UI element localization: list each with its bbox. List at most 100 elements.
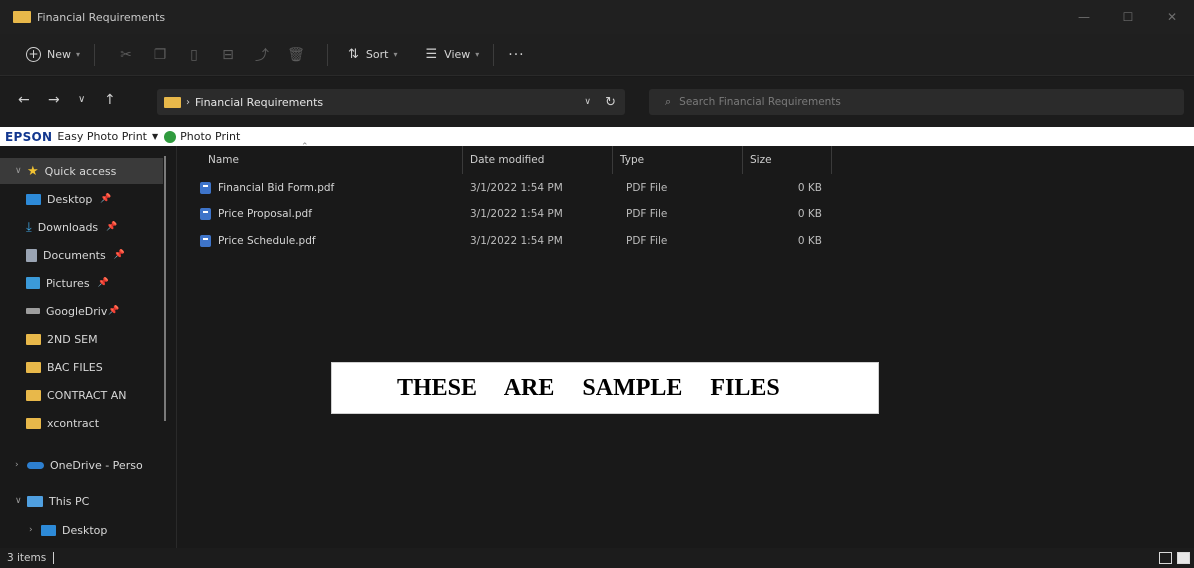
sidebar-item-desktop[interactable]: Desktop 📌 [26, 186, 112, 212]
chevron-down-icon: ▾ [76, 50, 81, 59]
sort-button[interactable]: ⇅ Sort ▾ [348, 47, 397, 62]
sidebar-item-label: 2ND SEM [47, 332, 98, 346]
star-icon: ★ [27, 163, 39, 179]
sidebar-item-2nd-sem[interactable]: 2ND SEM [26, 326, 98, 352]
scrollbar[interactable] [164, 156, 166, 421]
folder-icon [13, 11, 31, 23]
file-name: Price Proposal.pdf [218, 208, 312, 220]
file-name-cell: Price Schedule.pdf [200, 228, 316, 254]
sidebar-item-bac-files[interactable]: BAC FILES [26, 354, 103, 380]
sidebar-item-label: Desktop [62, 523, 108, 537]
copy-icon[interactable]: ❐ [143, 47, 177, 63]
table-row[interactable]: Price Proposal.pdf 3/1/2022 1:54 PM PDF … [178, 201, 858, 227]
breadcrumb[interactable]: Financial Requirements [195, 96, 323, 109]
file-type: PDF File [626, 235, 668, 247]
sidebar-item-label: Desktop [47, 192, 93, 206]
new-button[interactable]: + New ▾ [26, 47, 80, 62]
maximize-button[interactable]: ☐ [1106, 0, 1150, 34]
photo-print-button[interactable]: Photo Print [180, 130, 240, 143]
refresh-icon[interactable]: ↻ [605, 95, 616, 110]
new-label: New [47, 48, 71, 61]
documents-icon [26, 248, 37, 262]
chevron-down-icon[interactable]: ∨ [15, 496, 27, 506]
cut-icon[interactable]: ✂ [109, 47, 143, 63]
search-box[interactable]: ⌕ Search Financial Requirements [649, 89, 1184, 115]
pin-icon: 📌 [100, 194, 112, 204]
pdf-file-icon [200, 182, 211, 194]
chevron-down-icon[interactable]: ∨ [584, 97, 591, 107]
download-icon: ⤓ [26, 219, 32, 235]
rename-icon[interactable]: ⊟ [211, 47, 245, 63]
file-name: Price Schedule.pdf [218, 235, 316, 247]
column-header-type[interactable]: Type [612, 146, 742, 174]
more-button[interactable]: ··· [508, 47, 524, 63]
sidebar-item-pc-desktop[interactable]: › Desktop [14, 517, 107, 543]
easy-photo-print-button[interactable]: Easy Photo Print [57, 130, 147, 143]
table-row[interactable]: Price Schedule.pdf 3/1/2022 1:54 PM PDF … [178, 228, 858, 254]
back-arrow-icon[interactable]: ← [18, 92, 30, 108]
sidebar-item-label: BAC FILES [47, 360, 103, 374]
close-button[interactable]: ✕ [1150, 0, 1194, 34]
chevron-right-icon[interactable]: › [29, 525, 41, 535]
navigation-pane: ∨ ★ Quick access Desktop 📌 ⤓ Downloads 📌… [0, 146, 177, 548]
folder-icon [164, 96, 181, 108]
sidebar-item-label: xcontract [47, 416, 100, 430]
column-header-date[interactable]: Date modified [462, 146, 612, 174]
sort-label: Sort [365, 48, 389, 61]
sidebar-item-googledrive[interactable]: GoogleDriv 📌 [26, 298, 120, 324]
search-input[interactable]: Search Financial Requirements [679, 96, 841, 108]
sidebar-item-this-pc[interactable]: ∨ This PC [0, 488, 89, 514]
chevron-right-icon[interactable]: › [15, 460, 27, 470]
paste-icon[interactable]: ▯ [177, 47, 211, 63]
sidebar-item-xcontract[interactable]: xcontract [26, 410, 99, 436]
sidebar-item-downloads[interactable]: ⤓ Downloads 📌 [26, 214, 117, 240]
sidebar-item-onedrive[interactable]: › OneDrive - Perso [0, 452, 143, 478]
sidebar-item-label: Documents [43, 248, 106, 262]
sidebar-item-label: OneDrive - Perso [50, 458, 143, 472]
divider [493, 43, 495, 66]
up-arrow-icon[interactable]: ↑ [104, 92, 116, 108]
share-icon[interactable]: ⤴ [245, 45, 279, 65]
chevron-down-icon: ▾ [393, 50, 398, 59]
column-header-name[interactable]: Name [200, 146, 462, 174]
file-date: 3/1/2022 1:54 PM [470, 208, 563, 220]
sort-icon: ⇅ [348, 47, 359, 62]
tiles-view-icon[interactable] [1177, 552, 1190, 564]
chevron-down-icon: ▾ [475, 50, 480, 59]
minimize-button[interactable]: — [1062, 0, 1106, 34]
sidebar-item-quick-access[interactable]: ∨ ★ Quick access [0, 158, 163, 184]
folder-icon [26, 389, 41, 401]
table-row[interactable]: Financial Bid Form.pdf 3/1/2022 1:54 PM … [178, 175, 858, 201]
chevron-right-icon: › [186, 96, 190, 108]
chevron-down-icon[interactable]: ∨ [15, 166, 27, 176]
sidebar-item-documents[interactable]: Documents 📌 [26, 242, 125, 268]
divider [94, 43, 96, 66]
view-button[interactable]: ☰ View ▾ [426, 47, 480, 62]
title-bar: Financial Requirements — ☐ ✕ [0, 0, 1194, 34]
delete-icon[interactable]: 🗑 [279, 47, 313, 63]
forward-arrow-icon[interactable]: → [48, 92, 60, 108]
details-view-icon[interactable] [1159, 552, 1172, 564]
address-bar[interactable]: › Financial Requirements ∨ ↻ [157, 89, 625, 115]
file-name-cell: Price Proposal.pdf [200, 201, 312, 227]
sidebar-item-pictures[interactable]: Pictures 📌 [26, 270, 109, 296]
dropdown-arrow-icon[interactable]: ▼ [152, 132, 158, 141]
item-count: 3 items [7, 552, 47, 564]
column-header-size[interactable]: Size [742, 146, 831, 174]
desktop-folder-icon [26, 193, 41, 205]
file-list: ⌃ Name Date modified Type Size Financial… [178, 142, 1194, 548]
sidebar-item-label: This PC [49, 494, 90, 508]
sidebar-item-contract-an[interactable]: CONTRACT AN [26, 382, 126, 408]
photo-print-icon [164, 130, 177, 143]
column-divider[interactable] [831, 146, 832, 174]
status-divider [53, 552, 55, 564]
pin-icon: 📌 [113, 250, 125, 260]
file-size: 0 KB [797, 182, 822, 194]
sidebar-item-label: GoogleDriv [46, 304, 108, 318]
sidebar-item-label: Pictures [46, 276, 90, 290]
pdf-file-icon [200, 208, 211, 220]
pdf-file-icon [200, 235, 211, 247]
command-bar: + New ▾ ✂ ❐ ▯ ⊟ ⤴ 🗑 ⇅ Sort ▾ ☰ View ▾ ··… [0, 34, 1194, 76]
sidebar-item-label: CONTRACT AN [47, 388, 127, 402]
recent-chevron-icon[interactable]: ∨ [78, 94, 85, 105]
